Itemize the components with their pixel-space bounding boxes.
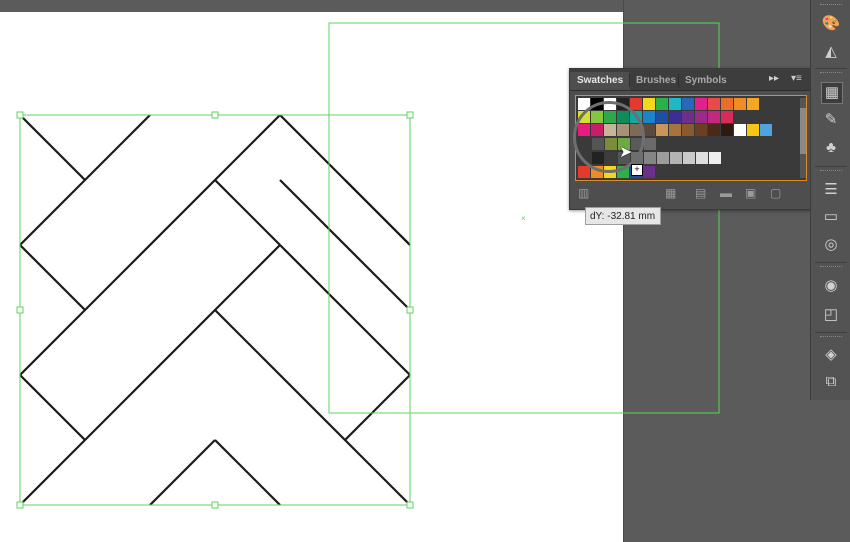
dock-grip[interactable] [820,170,842,173]
panel-options-menu-icon[interactable]: ▾≡ [791,73,802,84]
appearance-panel-icon[interactable]: ◉ [821,276,841,296]
swatch-chip[interactable] [760,124,772,136]
swatch-chip[interactable] [643,98,655,110]
swatch-chip[interactable] [709,152,721,164]
swatch-chip[interactable] [695,98,707,110]
swatch-chip[interactable] [644,152,656,164]
swatch-chip[interactable] [643,111,655,123]
measurement-tooltip: dY: -32.81 mm [585,207,661,225]
right-panel-dock: 🎨 ◭ ▦ ✎ ♣ ☰ ▭ ◎ ◉ ◰ ◈ ⧉ [810,0,850,400]
panel-bottom-bar: ▥ ▦ ▤ ▬ ▣ ▢ [570,182,810,208]
swatch-chip[interactable] [708,111,720,123]
swatch-chip[interactable] [669,98,681,110]
dock-divider [815,332,847,333]
swatch-chip[interactable] [734,124,746,136]
collapse-panel-icon[interactable]: ▸▸ [769,73,779,84]
tab-brushes[interactable]: Brushes [629,72,683,90]
symbols-panel-icon[interactable]: ♣ [821,138,841,158]
swatch-chip[interactable] [682,111,694,123]
swatch-chip[interactable] [682,124,694,136]
swatch-chip[interactable] [708,124,720,136]
dock-divider [815,166,847,167]
swatch-libraries-icon[interactable]: ▥ [578,186,589,200]
swatch-chip[interactable] [747,124,759,136]
swatch-chip[interactable] [656,111,668,123]
swatch-chip[interactable] [747,98,759,110]
show-swatch-kinds-icon[interactable]: ▦ [665,186,676,200]
swatch-chip[interactable] [734,98,746,110]
swatch-chip[interactable] [644,138,656,150]
swatch-chip[interactable] [669,111,681,123]
arrow-cursor-icon: ➤ [619,144,633,161]
swatch-chip[interactable] [696,152,708,164]
stroke-panel-icon[interactable]: ☰ [821,180,841,200]
dock-grip[interactable] [820,4,842,7]
swatches-panel-icon[interactable]: ▦ [821,82,843,104]
delete-swatch-icon[interactable]: ▢ [770,186,781,200]
graphic-styles-icon[interactable]: ◰ [821,305,841,325]
swatch-scroll-thumb[interactable] [800,108,806,154]
brushes-panel-icon[interactable]: ✎ [821,110,841,130]
tab-symbols[interactable]: Symbols [678,72,734,90]
swatch-chip[interactable] [643,166,655,178]
new-swatch-icon[interactable]: ▣ [745,186,756,200]
dock-grip[interactable] [820,72,842,75]
swatch-chip[interactable] [578,166,590,178]
new-color-group-icon[interactable]: ▬ [720,186,732,200]
swatch-chip[interactable] [669,124,681,136]
color-guide-icon[interactable]: 🎨 [821,14,841,34]
swatch-chip[interactable] [682,98,694,110]
herringbone-pattern[interactable] [19,114,411,506]
dock-divider [815,68,847,69]
swatch-chip[interactable] [708,98,720,110]
swatch-chip[interactable] [670,152,682,164]
swatch-chip[interactable] [721,111,733,123]
center-point-marker: × [521,214,526,223]
swatch-chip[interactable] [656,98,668,110]
tab-swatches[interactable]: Swatches [570,72,631,90]
layers-panel-icon[interactable]: ◈ [821,345,841,365]
swatch-options-icon[interactable]: ▤ [695,186,706,200]
swatch-chip[interactable] [695,111,707,123]
dock-grip[interactable] [820,266,842,269]
cursor-plus-badge: + [631,164,643,176]
artboards-panel-icon[interactable]: ⧉ [821,372,841,392]
dock-divider [815,262,847,263]
swatch-chip[interactable] [657,152,669,164]
swatch-chip[interactable] [721,98,733,110]
color-panel-icon[interactable]: ◭ [821,42,841,62]
swatch-chip[interactable] [656,124,668,136]
swatch-chip[interactable] [721,124,733,136]
transparency-panel-icon[interactable]: ◎ [821,235,841,255]
magnifier-overlay [573,101,645,173]
swatch-chip[interactable] [695,124,707,136]
swatch-chip[interactable] [683,152,695,164]
dock-grip[interactable] [820,336,842,339]
gradient-panel-icon[interactable]: ▭ [821,207,841,227]
panel-tab-bar: Swatches Brushes Symbols ▸▸ ▾≡ [570,69,810,91]
